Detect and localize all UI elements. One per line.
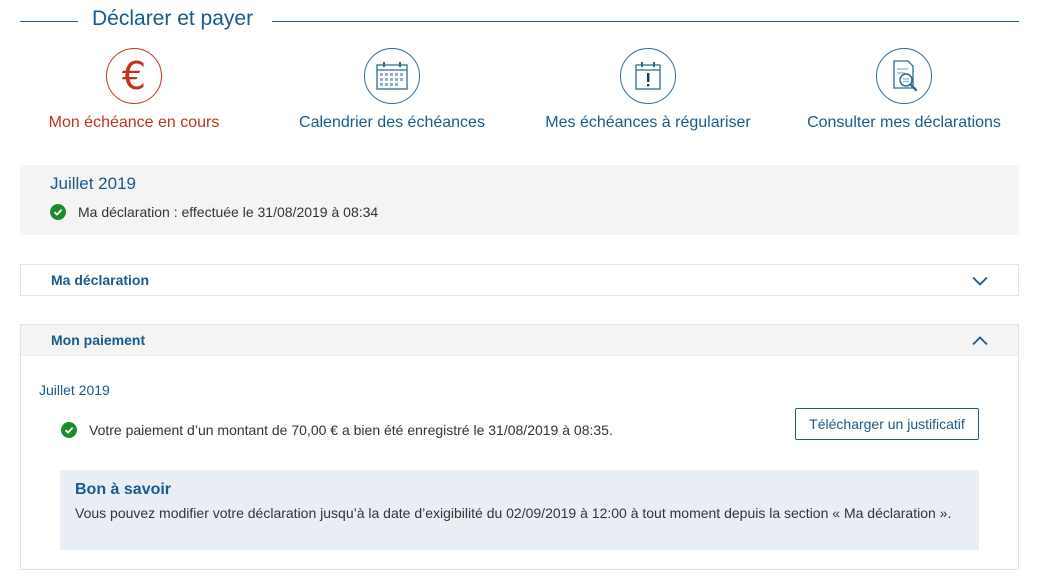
summary-status-text: Ma déclaration : effectuée le 31/08/2019… — [78, 204, 379, 220]
payment-accordion-title: Mon paiement — [51, 332, 146, 348]
declaration-accordion: Ma déclaration — [20, 264, 1019, 296]
tile-deadlines-to-regularize[interactable]: Mes échéances à régulariser — [538, 48, 758, 132]
info-box-title: Bon à savoir — [75, 481, 172, 498]
chevron-up-icon — [972, 333, 988, 351]
euro-icon: € — [106, 48, 162, 104]
summary-period: Juillet 2019 — [50, 174, 137, 193]
calendar-alert-icon — [620, 48, 676, 104]
chevron-down-icon — [972, 273, 988, 291]
payment-status-text: Votre paiement d’un montant de 70,00 € a… — [89, 422, 613, 438]
check-circle-icon — [50, 204, 66, 220]
navigation-tiles: € Mon échéance en cours Calendrier des é… — [0, 48, 1041, 148]
tile-view-declarations-label: Consulter mes déclarations — [807, 114, 1001, 131]
tile-view-declarations[interactable]: Consulter mes déclarations — [799, 48, 1009, 132]
summary-status: Ma déclaration : effectuée le 31/08/2019… — [50, 204, 378, 220]
tile-deadlines-to-regularize-label: Mes échéances à régulariser — [545, 114, 751, 131]
section-title: Déclarer et payer — [92, 7, 254, 30]
check-circle-icon — [61, 422, 77, 438]
declaration-accordion-header[interactable]: Ma déclaration — [21, 265, 1018, 295]
tile-deadline-calendar-label: Calendrier des échéances — [299, 114, 485, 131]
tile-current-deadline[interactable]: € Mon échéance en cours — [34, 48, 234, 132]
section-header: Déclarer et payer — [20, 6, 1019, 36]
document-search-icon — [876, 48, 932, 104]
declaration-accordion-title: Ma déclaration — [51, 272, 150, 288]
header-divider-right — [272, 21, 1019, 22]
tile-deadline-calendar[interactable]: Calendrier des échéances — [287, 48, 497, 132]
payment-accordion-header[interactable]: Mon paiement — [21, 325, 1018, 356]
payment-accordion: Mon paiement Juillet 2019 Votre paiement… — [20, 324, 1019, 570]
download-receipt-button[interactable]: Télécharger un justificatif — [795, 408, 979, 440]
calendar-icon — [364, 48, 420, 104]
header-divider-left — [20, 21, 78, 22]
info-box-text: Vous pouvez modifier votre déclaration j… — [75, 505, 952, 521]
payment-period: Juillet 2019 — [39, 382, 110, 398]
payment-status: Votre paiement d’un montant de 70,00 € a… — [61, 422, 613, 438]
deadline-summary: Juillet 2019 Ma déclaration : effectuée … — [20, 165, 1019, 235]
tile-current-deadline-label: Mon échéance en cours — [48, 114, 220, 131]
info-box: Bon à savoir Vous pouvez modifier votre … — [60, 470, 979, 550]
